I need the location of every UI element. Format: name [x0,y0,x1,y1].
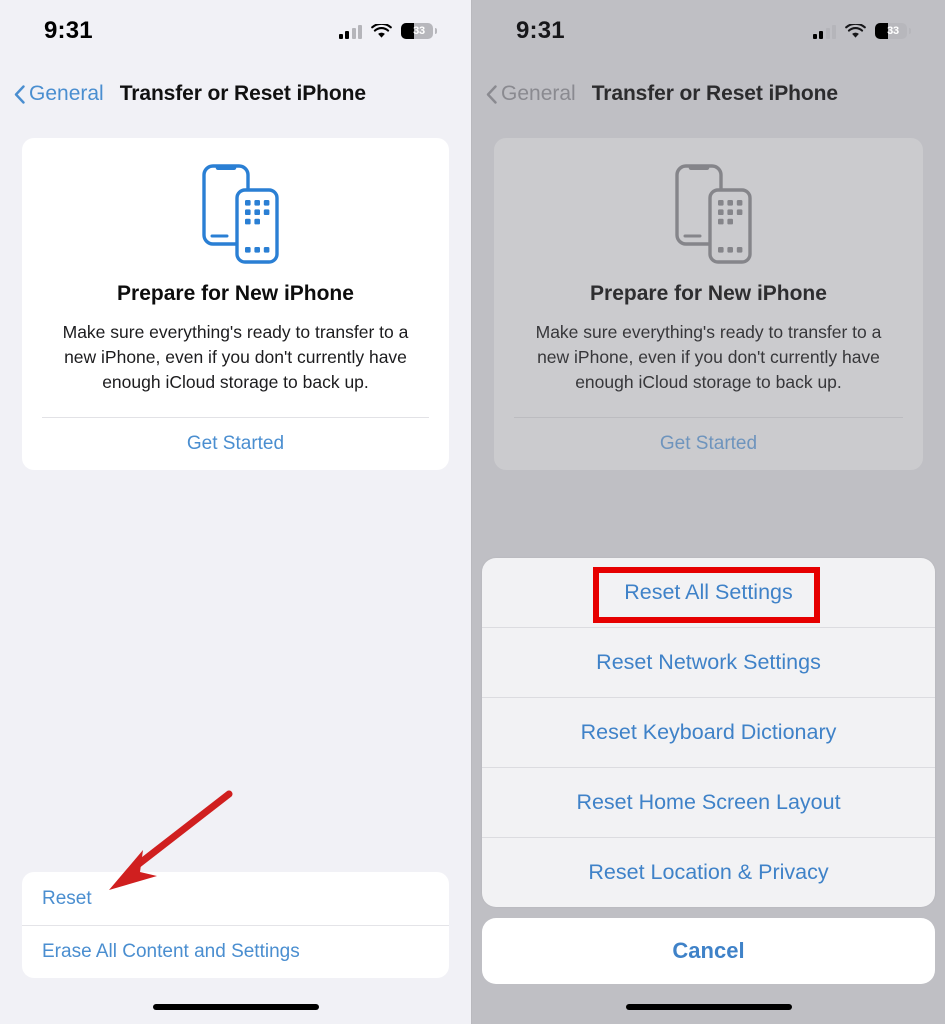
card-description: Make sure everything's ready to transfer… [535,322,882,392]
reset-action-sheet: Reset All Settings Reset Network Setting… [482,558,935,907]
two-iphones-icon [22,160,449,268]
navigation-bar: General Transfer or Reset iPhone [472,74,945,114]
card-title: Prepare for New iPhone [590,282,827,305]
prepare-for-new-iphone-card: Prepare for New iPhone Make sure everyth… [494,138,923,470]
back-button-label: General [501,82,576,105]
wifi-icon [845,23,866,39]
get-started-button[interactable]: Get Started [22,418,449,470]
list-item-erase-all-content-and-settings[interactable]: Erase All Content and Settings [22,925,449,978]
battery-percent: 33 [887,25,899,37]
screenshot-root: 9:31 33 General Transfer or Reset iPhone… [0,0,945,1024]
home-indicator [152,1004,319,1010]
status-bar-icons: 33 [338,23,437,39]
action-sheet-item-reset-location-and-privacy[interactable]: Reset Location & Privacy [482,837,935,907]
status-bar: 9:31 33 [472,0,945,62]
get-started-button[interactable]: Get Started [494,418,923,470]
battery-icon: 33 [401,23,437,39]
iphone-screen-after: 9:31 33 General Transfer or Reset iPhone… [472,0,945,1024]
reset-options-list: Reset Erase All Content and Settings [22,872,449,978]
action-sheet-cancel-button[interactable]: Cancel [482,918,935,984]
back-button-label: General [29,82,104,105]
page-title: Transfer or Reset iPhone [591,82,838,105]
battery-percent: 33 [413,25,425,37]
action-sheet-item-reset-network-settings[interactable]: Reset Network Settings [482,627,935,697]
iphone-screen-before: 9:31 33 General Transfer or Reset iPhone… [0,0,472,1024]
wifi-icon [371,23,392,39]
chevron-left-icon [14,84,25,104]
page-title: Transfer or Reset iPhone [119,82,366,105]
back-button-general[interactable]: General [14,82,104,106]
action-sheet-item-reset-all-settings[interactable]: Reset All Settings [482,558,935,627]
status-bar-clock: 9:31 [44,17,93,44]
two-iphones-icon [494,160,923,268]
back-button-general[interactable]: General [486,82,576,106]
battery-icon: 33 [875,23,911,39]
card-description: Make sure everything's ready to transfer… [62,322,409,392]
status-bar-icons: 33 [812,23,911,39]
action-sheet-item-reset-keyboard-dictionary[interactable]: Reset Keyboard Dictionary [482,697,935,767]
cellular-signal-icon [338,24,362,39]
navigation-bar: General Transfer or Reset iPhone [0,74,471,114]
status-bar: 9:31 33 [0,0,471,62]
chevron-left-icon [486,84,497,104]
status-bar-clock: 9:31 [516,17,565,44]
list-item-reset[interactable]: Reset [22,872,449,925]
card-title: Prepare for New iPhone [117,282,354,305]
home-indicator [625,1004,792,1010]
cellular-signal-icon [812,24,836,39]
prepare-for-new-iphone-card: Prepare for New iPhone Make sure everyth… [22,138,449,470]
action-sheet-item-reset-home-screen-layout[interactable]: Reset Home Screen Layout [482,767,935,837]
